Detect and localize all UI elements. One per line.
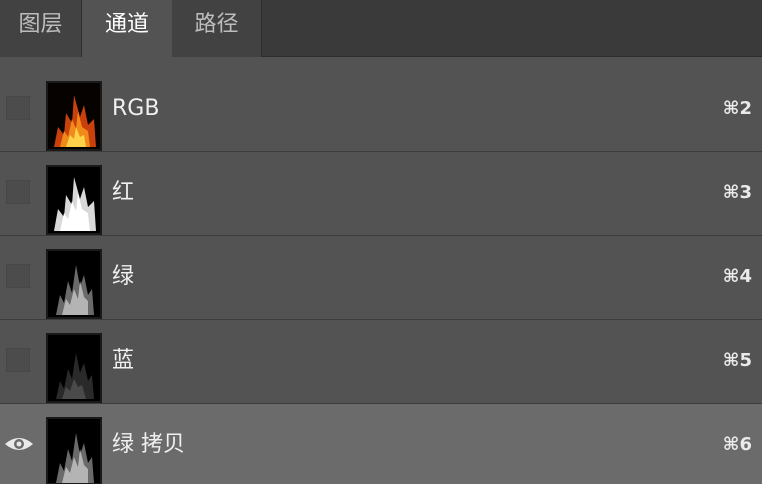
channel-name: 红 <box>112 180 135 205</box>
flame-thumbnail-icon <box>48 83 100 149</box>
channel-row-red[interactable]: 红 ⌘3 <box>0 152 762 236</box>
visibility-toggle[interactable] <box>6 96 30 120</box>
channel-row-blue[interactable]: 蓝 ⌘5 <box>0 320 762 404</box>
flame-thumbnail-icon <box>48 419 100 483</box>
channels-panel: 图层 通道 路径 RGB ⌘2 红 ⌘3 绿 ⌘4 蓝 ⌘5 绿 拷贝 ⌘6 <box>0 0 762 484</box>
tab-paths[interactable]: 路径 <box>172 0 262 57</box>
channel-row-rgb[interactable]: RGB ⌘2 <box>0 68 762 152</box>
flame-thumbnail-icon <box>48 251 100 317</box>
eye-icon[interactable] <box>4 434 34 454</box>
visibility-toggle[interactable] <box>6 348 30 372</box>
channel-name: RGB <box>112 96 160 121</box>
flame-thumbnail-icon <box>48 335 100 401</box>
channel-row-green-copy[interactable]: 绿 拷贝 ⌘6 <box>0 404 762 484</box>
visibility-toggle[interactable] <box>6 264 30 288</box>
channel-shortcut: ⌘2 <box>722 98 752 119</box>
channel-name: 蓝 <box>112 348 135 373</box>
channel-thumbnail <box>46 249 102 319</box>
visibility-toggle[interactable] <box>6 180 30 204</box>
flame-thumbnail-icon <box>48 167 100 233</box>
channel-shortcut: ⌘3 <box>722 182 752 203</box>
channel-thumbnail <box>46 165 102 235</box>
channel-shortcut: ⌘6 <box>722 434 752 455</box>
channel-shortcut: ⌘5 <box>722 350 752 371</box>
channel-name: 绿 拷贝 <box>112 432 185 457</box>
tab-channels[interactable]: 通道 <box>82 0 172 58</box>
channel-thumbnail <box>46 417 102 484</box>
tab-layers[interactable]: 图层 <box>0 0 82 57</box>
channel-row-green[interactable]: 绿 ⌘4 <box>0 236 762 320</box>
channel-shortcut: ⌘4 <box>722 266 752 287</box>
channel-name: 绿 <box>112 264 135 289</box>
channel-thumbnail <box>46 333 102 403</box>
channel-thumbnail <box>46 81 102 151</box>
panel-tab-bar: 图层 通道 路径 <box>0 0 762 58</box>
